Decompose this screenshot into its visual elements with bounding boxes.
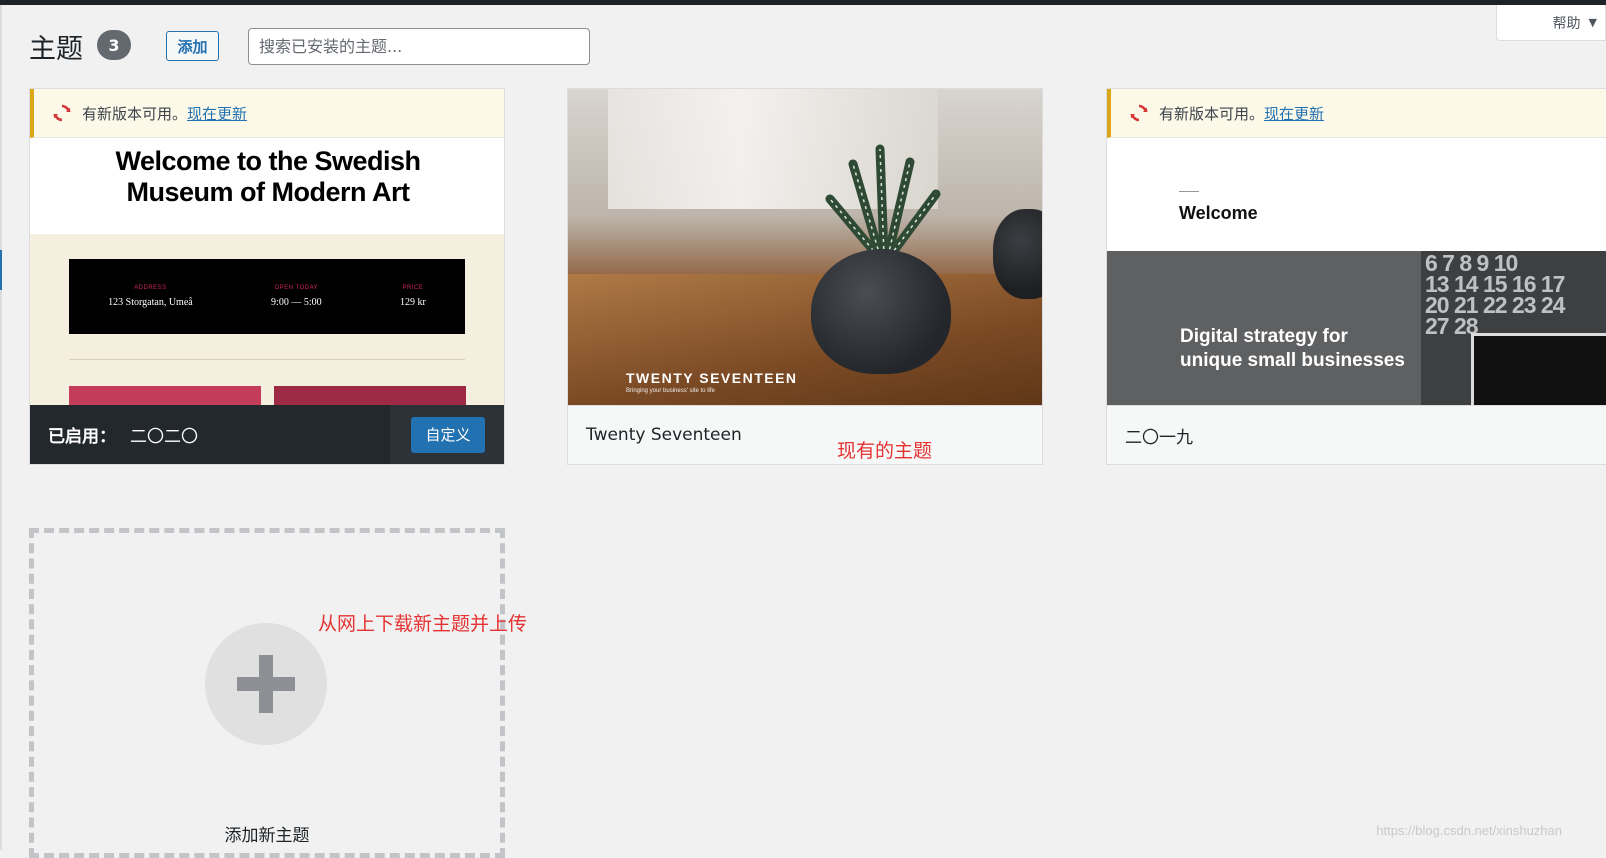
add-theme-button[interactable]: 添加 — [166, 31, 219, 61]
info-label: ADDRESS — [134, 285, 167, 291]
theme-card[interactable]: TWENTY SEVENTEEN Bringing your business'… — [567, 88, 1043, 465]
admin-menu-edge — [0, 5, 2, 850]
search-input[interactable] — [248, 28, 590, 65]
screenshot-band-line-1: Digital strategy for — [1180, 326, 1348, 347]
info-value: 123 Storgatan, Umeå — [108, 297, 193, 308]
theme-name-bar: 二〇一九 — [1107, 405, 1606, 464]
update-notice: 有新版本可用。 现在更新 — [1107, 89, 1606, 138]
screenshot-pot — [811, 249, 951, 374]
plus-icon — [205, 623, 327, 745]
screenshot-info-box: ADDRESS 123 Storgatan, Umeå OPEN TODAY 9… — [69, 259, 465, 334]
screenshot-headline-line-2: Museum of Modern Art — [126, 177, 411, 207]
update-notice-text: 有新版本可用。 — [1159, 104, 1265, 123]
theme-actions: 自定义 — [390, 405, 504, 464]
update-arrows-icon — [52, 103, 72, 123]
screenshot-brand: TWENTY SEVENTEEN — [626, 370, 798, 386]
info-column: OPEN TODAY 9:00 — 5:00 — [271, 285, 322, 308]
theme-card-active[interactable]: 有新版本可用。 现在更新 Welcome to the Swedish Muse… — [29, 88, 505, 465]
help-label: 帮助 — [1552, 15, 1581, 32]
screenshot-divider — [69, 359, 465, 360]
screenshot-band-line-2: unique small businesses — [1180, 350, 1405, 371]
admin-menu-current-marker — [0, 250, 2, 290]
info-value: 9:00 — 5:00 — [271, 297, 322, 308]
theme-name-bar: Twenty Seventeen — [568, 405, 1042, 464]
update-now-link[interactable]: 现在更新 — [187, 103, 247, 124]
screenshot-welcome: Welcome — [1179, 203, 1258, 223]
info-label: PRICE — [402, 285, 424, 291]
theme-count-badge: 3 — [97, 30, 131, 60]
active-theme-bar: 已启用： 二〇二〇 自定义 — [30, 405, 504, 464]
update-notice-text: 有新版本可用。 — [82, 104, 188, 123]
add-new-theme-tile[interactable]: 添加新主题 — [29, 528, 505, 858]
theme-name: Twenty Seventeen — [586, 425, 742, 445]
add-new-theme-label: 添加新主题 — [224, 826, 310, 846]
admin-top-bar — [0, 0, 1606, 5]
annotation-upload: 从网上下载新主题并上传 — [318, 613, 528, 635]
screenshot-tagline: Bringing your business' site to life — [626, 388, 715, 394]
theme-screenshot: TWENTY SEVENTEEN Bringing your business'… — [568, 89, 1042, 407]
screenshot-plant — [825, 144, 941, 261]
theme-name: 二〇一九 — [1125, 427, 1193, 448]
update-now-link[interactable]: 现在更新 — [1264, 103, 1324, 124]
theme-name: 二〇二〇 — [130, 427, 198, 447]
info-column: ADDRESS 123 Storgatan, Umeå — [108, 285, 193, 308]
help-tab[interactable]: 帮助 ▼ — [1496, 5, 1606, 41]
info-column: PRICE 129 kr — [400, 285, 426, 308]
screenshot-hero: Welcome to the Swedish Museum of Modern … — [30, 138, 504, 234]
info-label: OPEN TODAY — [274, 285, 319, 291]
annotation-existing-themes: 现有的主题 — [837, 440, 933, 462]
screenshot-band-text: Digital strategy for unique small busine… — [1180, 325, 1405, 373]
screenshot-headline: Welcome to the Swedish Museum of Modern … — [30, 146, 504, 208]
customize-button[interactable]: 自定义 — [411, 416, 485, 453]
caret-down-icon: ▼ — [1588, 16, 1597, 29]
screenshot-pot — [993, 209, 1042, 299]
screenshot-monitor — [1471, 333, 1606, 407]
screenshot-headline-line-1: Welcome to the Swedish — [115, 146, 421, 176]
screenshot-dash — [1179, 191, 1199, 192]
active-label: 已启用： — [48, 427, 116, 447]
update-arrows-icon — [1129, 103, 1149, 123]
theme-card[interactable]: 有新版本可用。 现在更新 Welcome 6 7 8 9 10 13 14 15… — [1106, 88, 1606, 465]
update-notice: 有新版本可用。 现在更新 — [30, 89, 504, 138]
info-value: 129 kr — [399, 297, 426, 308]
screenshot-band: 6 7 8 9 10 13 14 15 16 17 20 21 22 23 24… — [1107, 251, 1606, 407]
page-title: 主题 — [29, 34, 83, 65]
watermark: https://blog.csdn.net/xinshuzhan — [1376, 823, 1562, 838]
